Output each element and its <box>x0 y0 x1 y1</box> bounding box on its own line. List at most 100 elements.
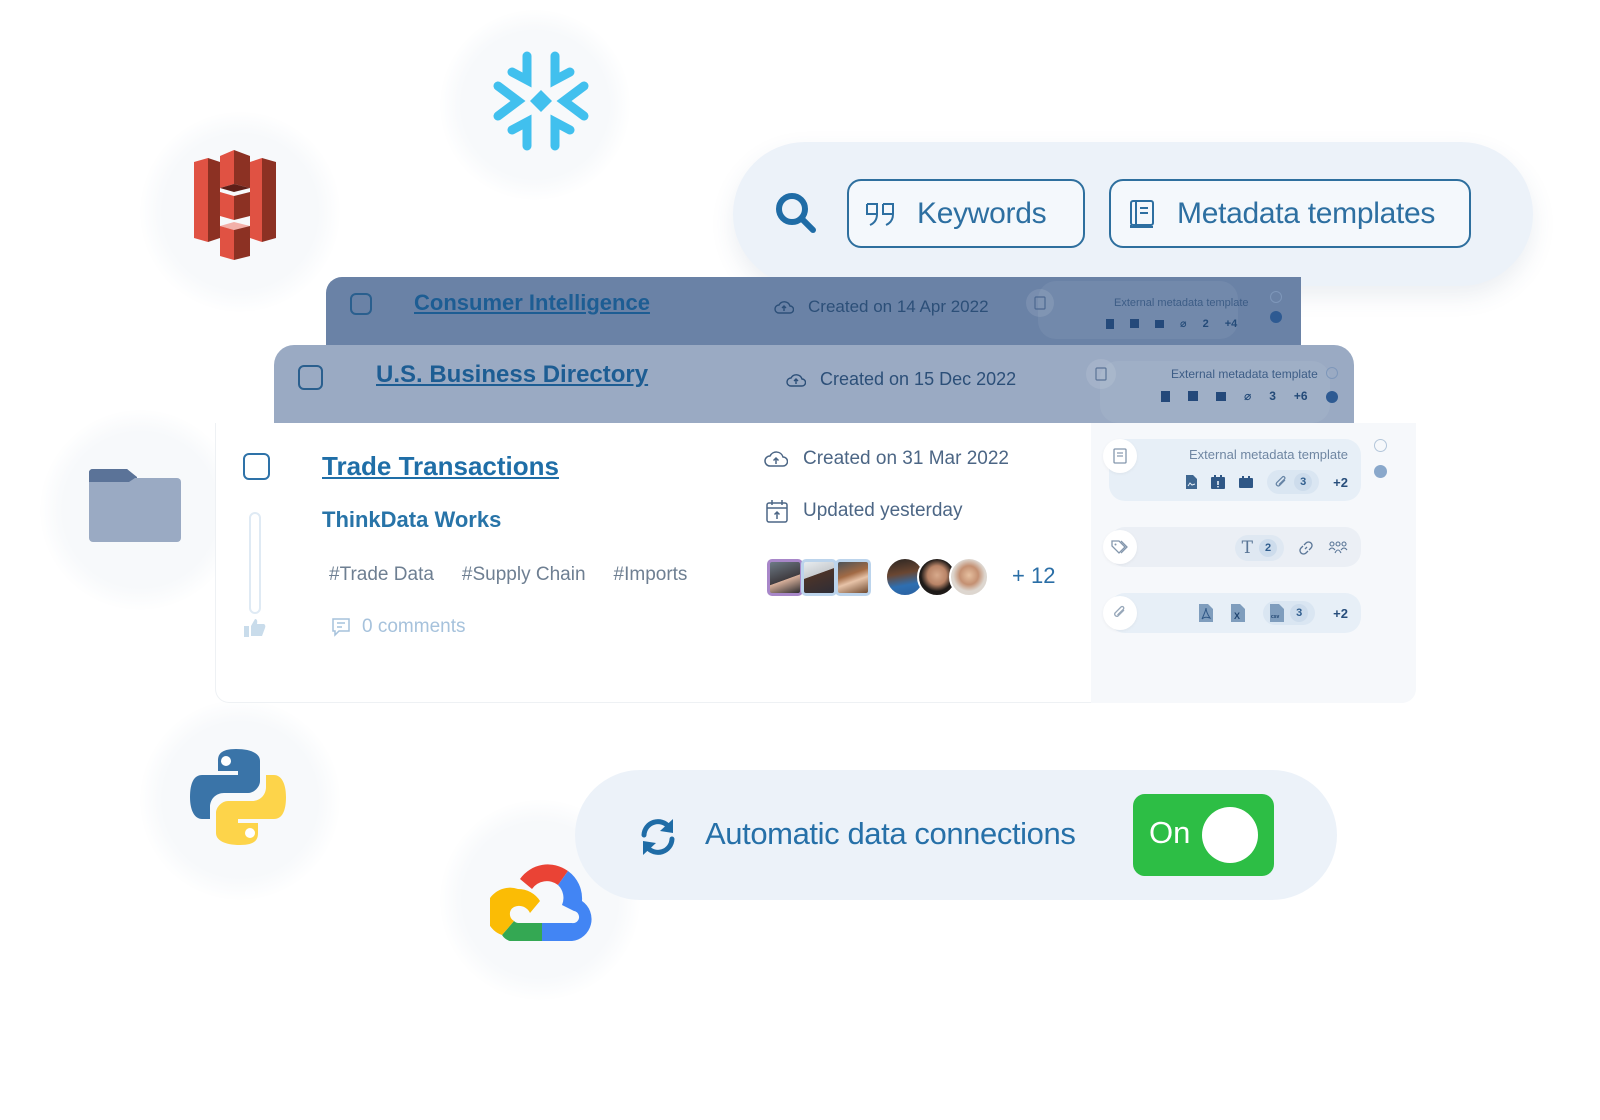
tags-fields-box[interactable]: T 2 <box>1103 527 1361 567</box>
calendar-icon <box>1239 476 1254 488</box>
thumbs-up-icon[interactable] <box>244 619 266 637</box>
updated-date-text: Updated yesterday <box>803 500 963 521</box>
created-date: Created on 15 Dec 2022 <box>786 369 1016 390</box>
book-icon <box>1086 359 1116 389</box>
refresh-icon <box>641 819 675 855</box>
paperclip-icon <box>1103 596 1137 630</box>
metadata-template-box <box>1038 281 1238 339</box>
link-icon <box>1299 541 1313 555</box>
comments-link[interactable]: 0 comments <box>331 616 465 638</box>
metadata-icons: ⌀ 2 +4 <box>1106 317 1237 330</box>
file-type-icons: X csv 3 +2 <box>1199 601 1348 625</box>
people-group-icon <box>1328 541 1348 554</box>
created-date-text: Created on 15 Dec 2022 <box>820 369 1017 389</box>
book-icon <box>1026 289 1054 317</box>
metadata-templates-filter-label: Metadata templates <box>1177 196 1436 230</box>
keywords-filter-label: Keywords <box>917 196 1047 230</box>
dataset-card-trade-transactions: Trade Transactions ThinkData Works #Trad… <box>215 423 1416 703</box>
field-icons: T 2 <box>1234 535 1348 561</box>
cloud-upload-icon <box>774 301 794 314</box>
tag-list: #Trade Data #Supply Chain #Imports <box>329 564 687 586</box>
image-file-icon <box>1161 390 1170 402</box>
created-date-text: Created on 31 Mar 2022 <box>803 448 1009 469</box>
search-icon[interactable] <box>773 190 819 236</box>
tag[interactable]: #Trade Data <box>329 564 434 586</box>
metadata-template-label: External metadata template <box>1189 447 1348 462</box>
tag-icon <box>1103 530 1137 564</box>
radio-filled[interactable] <box>1270 311 1282 323</box>
calendar-alert-icon <box>1130 319 1139 328</box>
calendar-upload-icon <box>766 500 788 523</box>
pdf-file-icon <box>1199 604 1214 622</box>
csv-file-icon: csv <box>1270 604 1285 622</box>
text-icon: T <box>1241 538 1253 558</box>
toggle-knob[interactable] <box>1202 807 1258 863</box>
text-fields-count: 2 <box>1259 539 1277 557</box>
snowflake-logo <box>493 51 589 151</box>
automatic-connections-bar: Automatic data connections On <box>575 770 1337 900</box>
text-fields-pill: T 2 <box>1234 535 1284 561</box>
image-file-icon <box>1106 318 1114 329</box>
updated-date: Updated yesterday <box>766 499 963 523</box>
avatar[interactable] <box>949 557 989 597</box>
comments-count: 0 comments <box>362 616 466 637</box>
attachments-count: 3 <box>1269 389 1276 403</box>
created-date: Created on 14 Apr 2022 <box>774 297 989 317</box>
cloud-upload-icon <box>786 373 806 387</box>
select-checkbox[interactable] <box>243 453 270 480</box>
metadata-icons: ⌀ 3 +6 <box>1161 389 1308 403</box>
metadata-template-label: External metadata template <box>1171 367 1318 381</box>
quote-icon <box>866 202 894 226</box>
keywords-filter-button[interactable]: Keywords <box>847 179 1085 248</box>
python-logo <box>190 749 286 845</box>
radio-empty[interactable] <box>1374 439 1387 452</box>
book-icon <box>1130 199 1154 228</box>
dataset-title-link[interactable]: U.S. Business Directory <box>376 361 648 389</box>
folder-icon <box>89 469 181 542</box>
image-file-icon <box>1186 475 1198 489</box>
search-bar: Keywords Metadata templates <box>733 142 1533 286</box>
dataset-card: Consumer Intelligence Created on 14 Apr … <box>326 277 1301 345</box>
metadata-icons: 3 +2 <box>1186 470 1348 494</box>
svg-text:X: X <box>1234 611 1240 621</box>
calendar-alert-icon <box>1188 391 1198 401</box>
select-checkbox[interactable] <box>298 365 323 390</box>
metadata-template-label: External metadata template <box>1114 297 1249 309</box>
select-checkbox[interactable] <box>350 293 372 315</box>
metadata-templates-filter-button[interactable]: Metadata templates <box>1109 179 1471 248</box>
calendar-icon <box>1155 319 1164 328</box>
radio-filled[interactable] <box>1326 391 1338 403</box>
metadata-template-box[interactable]: External metadata template 3 +2 <box>1103 439 1361 501</box>
tag[interactable]: #Imports <box>614 564 688 586</box>
calendar-alert-icon <box>1211 475 1226 489</box>
tag[interactable]: #Supply Chain <box>462 564 586 586</box>
automatic-connections-label: Automatic data connections <box>705 816 1076 851</box>
dataset-title-link[interactable]: Consumer Intelligence <box>414 290 650 316</box>
radio-empty[interactable] <box>1270 291 1282 303</box>
toggle-state-label: On <box>1149 815 1191 850</box>
created-date: Created on 31 Mar 2022 <box>764 448 1009 470</box>
attachments-pill: 3 <box>1267 470 1320 494</box>
attachments-count: 2 <box>1202 317 1209 330</box>
provider-name[interactable]: ThinkData Works <box>322 507 501 533</box>
member-avatars[interactable] <box>767 557 989 597</box>
svg-text:csv: csv <box>1271 614 1280 620</box>
more-count: +2 <box>1333 474 1348 490</box>
cloud-upload-icon <box>764 451 788 467</box>
avatar[interactable] <box>835 558 871 596</box>
automatic-connections-toggle[interactable]: On <box>1133 794 1274 876</box>
metadata-sidebar: External metadata template 3 +2 T 2 X cs… <box>1091 423 1416 703</box>
files-box[interactable]: X csv 3 +2 <box>1103 593 1361 633</box>
more-members-count[interactable]: + 12 <box>1012 563 1055 589</box>
created-date-text: Created on 14 Apr 2022 <box>808 297 989 316</box>
avatar[interactable] <box>767 558 803 596</box>
vote-bar[interactable] <box>249 512 261 614</box>
amazon-s3-logo <box>194 150 276 260</box>
paperclip-icon: ⌀ <box>1244 389 1252 403</box>
comment-icon <box>332 618 350 637</box>
csv-files-pill: csv 3 <box>1263 601 1316 625</box>
dataset-title-link[interactable]: Trade Transactions <box>322 451 559 482</box>
radio-empty[interactable] <box>1326 367 1338 379</box>
radio-filled[interactable] <box>1374 465 1387 478</box>
avatar[interactable] <box>801 558 837 596</box>
